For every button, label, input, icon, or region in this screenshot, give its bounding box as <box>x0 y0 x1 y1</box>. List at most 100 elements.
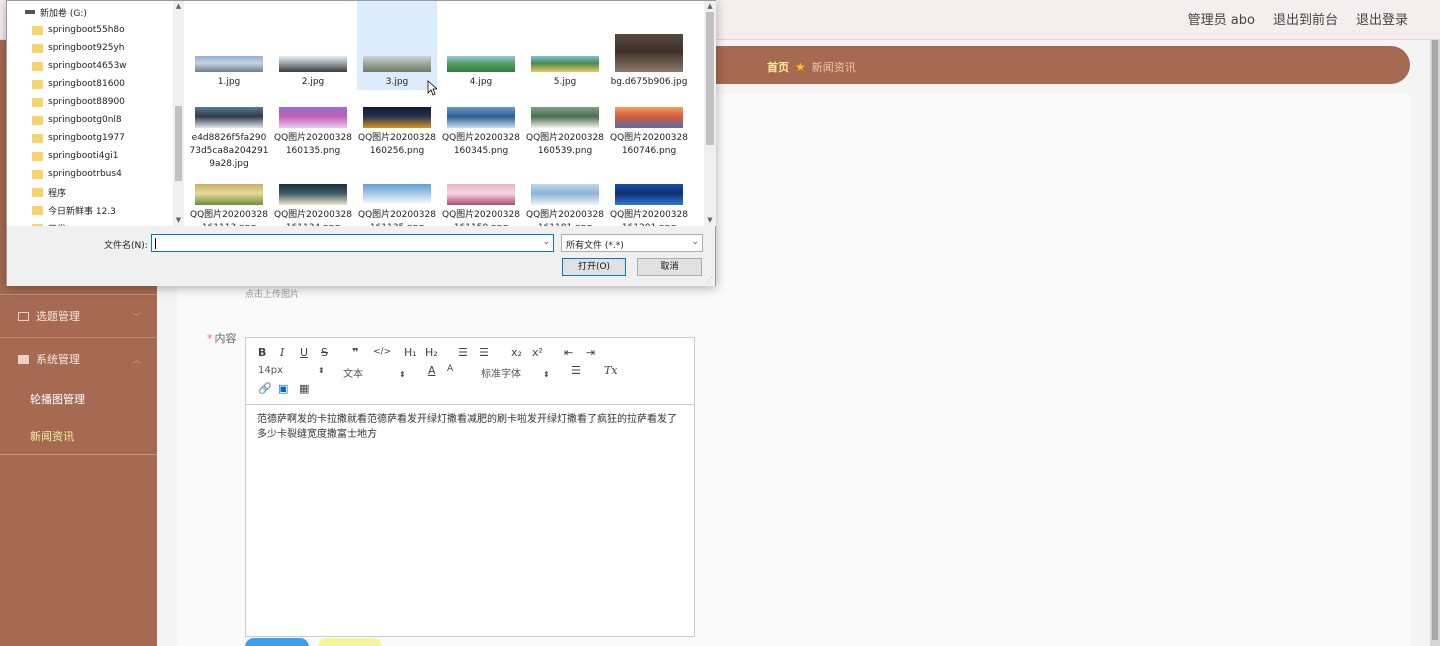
file-item[interactable]: QQ图片20200328160345.png <box>441 104 521 158</box>
subscript-button[interactable]: x₂ <box>511 346 522 359</box>
file-item[interactable]: 3.jpg <box>357 1 437 90</box>
submit-button[interactable] <box>245 638 309 646</box>
tree-folder-item[interactable]: 开发 <box>32 219 66 226</box>
superscript-button[interactable]: x² <box>532 346 543 359</box>
breadcrumb-current: 新闻资讯 <box>811 61 856 74</box>
scroll-up-icon[interactable]: ▲ <box>704 1 716 12</box>
breadcrumb-home[interactable]: 首页 <box>767 59 789 75</box>
logout-link[interactable]: 退出登录 <box>1356 9 1408 28</box>
tree-folder-item[interactable]: springboot88900 <box>32 93 125 111</box>
filename-input[interactable]: ⌄ <box>151 234 554 252</box>
tree-folder-item[interactable]: 今日新鲜事 12.3 <box>32 201 116 219</box>
sidebar-subitem-news[interactable]: 新闻资讯 <box>0 417 157 454</box>
bullet-list-button[interactable]: ☰ <box>479 346 489 359</box>
tree-folder-item[interactable]: springbootrbus4 <box>32 165 122 183</box>
tree-folder-item[interactable]: springbootg0nl8 <box>32 111 122 129</box>
file-item[interactable]: QQ图片20200328161134.png <box>273 181 353 226</box>
chevron-down-icon: ⌄ <box>691 237 699 247</box>
folder-icon <box>32 205 43 215</box>
open-button[interactable]: 打开(O) <box>562 258 626 276</box>
file-item[interactable]: QQ图片20200328160256.png <box>357 104 437 158</box>
file-item[interactable]: 5.jpg <box>525 1 605 89</box>
file-item[interactable]: 1.jpg <box>189 1 269 89</box>
file-thumbnail <box>363 56 431 72</box>
exit-to-frontend-link[interactable]: 退出到前台 <box>1273 9 1338 28</box>
file-name: QQ图片20200328161201.png <box>610 210 688 226</box>
font-size-select[interactable]: 14px ⬍ <box>258 365 325 376</box>
tree-folder-item[interactable]: springboot925yh <box>32 39 124 57</box>
upload-hint: 点击上传图片 <box>245 290 300 300</box>
scrollbar-thumb[interactable] <box>706 12 714 145</box>
image-icon[interactable]: ▣ <box>278 382 288 395</box>
file-name: 3.jpg <box>385 77 409 87</box>
tree-folder-item[interactable]: springbootg1977 <box>32 129 125 147</box>
h2-button[interactable]: H₂ <box>425 346 438 359</box>
resize-grip-icon[interactable]: ⋰ <box>706 276 713 284</box>
underline-button[interactable]: U <box>300 346 308 359</box>
editor-content[interactable]: 范德萨啊发的卡拉撒就看范德萨看发开绿灯撒看减肥的刷卡啦发开绿灯撒看了疯狂的拉萨看… <box>246 405 694 449</box>
video-icon[interactable]: ▦ <box>299 382 309 395</box>
select-arrows-icon: ⬍ <box>543 370 550 379</box>
align-button[interactable]: ☰ <box>571 364 581 377</box>
filetype-select[interactable]: 所有文件 (*.*) ⌄ <box>561 234 703 252</box>
ordered-list-button[interactable]: ☰ <box>458 346 468 359</box>
sidebar-item-system-management[interactable]: 系统管理 ︿ <box>0 337 157 380</box>
outdent-button[interactable]: ⇤ <box>564 346 573 359</box>
file-name: QQ图片20200328160746.png <box>610 133 688 156</box>
breadcrumb: 首页 ★ 新闻资讯 <box>767 59 856 75</box>
scrollbar-thumb[interactable] <box>175 106 182 181</box>
file-item[interactable]: QQ图片20200328160746.png <box>609 104 689 158</box>
blockquote-button[interactable]: ❞ <box>352 346 358 359</box>
file-item[interactable]: QQ图片20200328161135.png <box>357 181 437 226</box>
file-item[interactable]: QQ图片20200328161181.png <box>525 181 605 226</box>
italic-button[interactable]: I <box>280 346 284 359</box>
file-item[interactable]: bg.d675b906.jpg <box>609 1 689 89</box>
file-item[interactable]: 4.jpg <box>441 1 521 89</box>
page-scrollbar[interactable] <box>1430 40 1440 646</box>
tree-folder-item[interactable]: springboot4653w <box>32 57 127 75</box>
checkbox-icon <box>18 354 29 364</box>
indent-button[interactable]: ⇥ <box>586 346 595 359</box>
header-select[interactable]: 文本 ⬍ <box>343 365 406 380</box>
filename-label: 文件名(N): <box>104 241 148 251</box>
scroll-down-icon[interactable]: ▼ <box>704 215 716 226</box>
font-family-select[interactable]: 标准字体 ⬍ <box>481 365 550 380</box>
file-thumbnail <box>195 107 263 128</box>
sidebar-item-topic-management[interactable]: 选题管理 ﹀ <box>0 294 157 337</box>
file-item[interactable]: QQ图片20200328161113.png <box>189 181 269 226</box>
cancel-form-button[interactable] <box>318 638 382 646</box>
chevron-down-icon[interactable]: ⌄ <box>542 237 550 247</box>
font-color-button[interactable]: A <box>428 364 436 377</box>
tree-drive-item[interactable]: 新加卷 (G:) <box>25 3 87 21</box>
file-item[interactable]: QQ图片20200328161201.png <box>609 181 689 226</box>
scrollbar-thumb[interactable] <box>1432 40 1438 640</box>
strike-button[interactable]: S <box>321 346 328 359</box>
tree-folder-item[interactable]: 程序 <box>32 183 66 201</box>
chevron-up-icon: ︿ <box>131 356 141 366</box>
clean-format-button[interactable]: Tx <box>604 364 618 377</box>
file-name: e4d8826f5fa29073d5ca8a2042919a28.jpg <box>189 133 269 169</box>
admin-user-link[interactable]: 管理员 abo <box>1188 9 1255 28</box>
bold-button[interactable]: B <box>258 346 266 359</box>
cancel-button[interactable]: 取消 <box>637 258 702 276</box>
sidebar-subitem-carousel[interactable]: 轮播图管理 <box>0 380 157 417</box>
font-family-value: 标准字体 <box>481 369 521 380</box>
tree-item-label: 程序 <box>48 188 67 199</box>
tree-folder-item[interactable]: springbooti4gi1 <box>32 147 118 165</box>
scroll-up-icon[interactable]: ▲ <box>173 1 184 12</box>
background-color-button[interactable]: A <box>447 364 453 374</box>
h1-button[interactable]: H₁ <box>404 346 417 359</box>
file-item[interactable]: 2.jpg <box>273 1 353 89</box>
file-item[interactable]: e4d8826f5fa29073d5ca8a2042919a28.jpg <box>189 104 269 171</box>
link-icon[interactable]: 🔗 <box>258 382 272 395</box>
file-item[interactable]: QQ图片20200328160135.png <box>273 104 353 158</box>
tree-folder-item[interactable]: springboot81600 <box>32 75 125 93</box>
file-item[interactable]: QQ图片20200328160539.png <box>525 104 605 158</box>
tree-item-label: springboot55h8o <box>48 25 125 35</box>
code-button[interactable]: </> <box>373 347 391 357</box>
folder-tree-scrollbar[interactable]: ▲ ▼ <box>173 1 184 226</box>
tree-folder-item[interactable]: springboot55h8o <box>32 21 125 39</box>
scroll-down-icon[interactable]: ▼ <box>173 215 184 226</box>
file-grid-scrollbar[interactable]: ▲ ▼ <box>704 1 716 226</box>
file-item[interactable]: QQ图片20200328161150.png <box>441 181 521 226</box>
